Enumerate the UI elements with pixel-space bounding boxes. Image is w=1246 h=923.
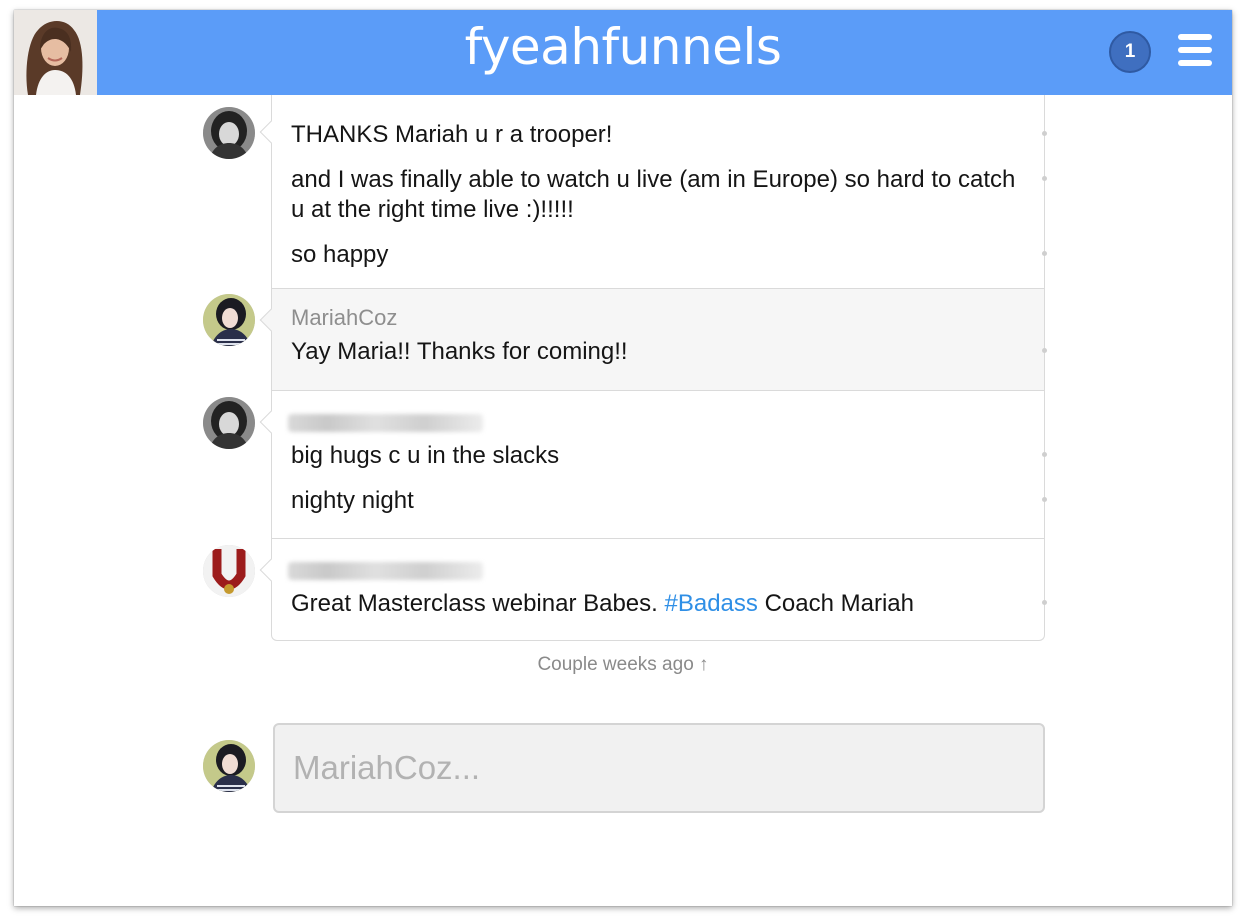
message-status-dot [1042,497,1047,502]
message-text: and I was finally able to watch u live (… [291,166,1016,223]
message-text: Yay Maria!! Thanks for coming!! [291,338,628,365]
message-status-dot [1042,251,1047,256]
bubble-pointer [259,410,283,434]
message-composer-input[interactable] [273,723,1045,813]
message-group: Great Masterclass webinar Babes. #Badass… [259,539,1047,641]
message-group: MariahCoz Yay Maria!! Thanks for coming!… [259,289,1047,391]
timestamp-load-earlier[interactable]: Couple weeks ago ↑ [14,654,1232,676]
message-author[interactable]: MariahCoz [291,305,397,331]
message-text: big hugs c u in the slacks [291,442,560,469]
blurred-author-name [288,414,483,432]
message-text: Great Masterclass webinar Babes. #Badass… [291,589,1021,619]
brand-title: fyeahfunnels [464,18,782,76]
blurred-author-name [288,562,483,580]
message-text: so happy [291,241,389,268]
hamburger-menu-icon[interactable] [1178,34,1212,68]
header-bar: fyeahfunnels 1 [14,10,1232,95]
message-text: nighty night [291,487,414,514]
message-status-dot [1042,600,1047,605]
message-text-part: Coach Mariah [757,590,914,617]
avatar[interactable] [203,545,255,597]
app-window: fyeahfunnels 1 THANKS Mariah u r a troop… [14,10,1232,906]
message-group: THANKS Mariah u r a trooper! and I was f… [259,95,1047,289]
message-status-dot [1042,348,1047,353]
avatar[interactable] [203,397,255,449]
avatar[interactable] [203,107,255,159]
message-status-dot [1042,176,1047,181]
message-thread: THANKS Mariah u r a trooper! and I was f… [259,95,1047,641]
avatar[interactable] [203,740,255,792]
message-status-dot [1042,131,1047,136]
message-group: big hugs c u in the slacks nighty night [259,391,1047,539]
bubble-pointer [259,308,283,332]
notification-badge[interactable]: 1 [1109,31,1151,73]
bubble-pointer [259,120,283,144]
avatar[interactable] [203,294,255,346]
bubble-pointer [259,558,283,582]
message-text-part: Great Masterclass webinar Babes. [291,590,665,617]
hashtag-link[interactable]: #Badass [665,590,758,617]
message-text: THANKS Mariah u r a trooper! [291,121,613,148]
message-status-dot [1042,452,1047,457]
